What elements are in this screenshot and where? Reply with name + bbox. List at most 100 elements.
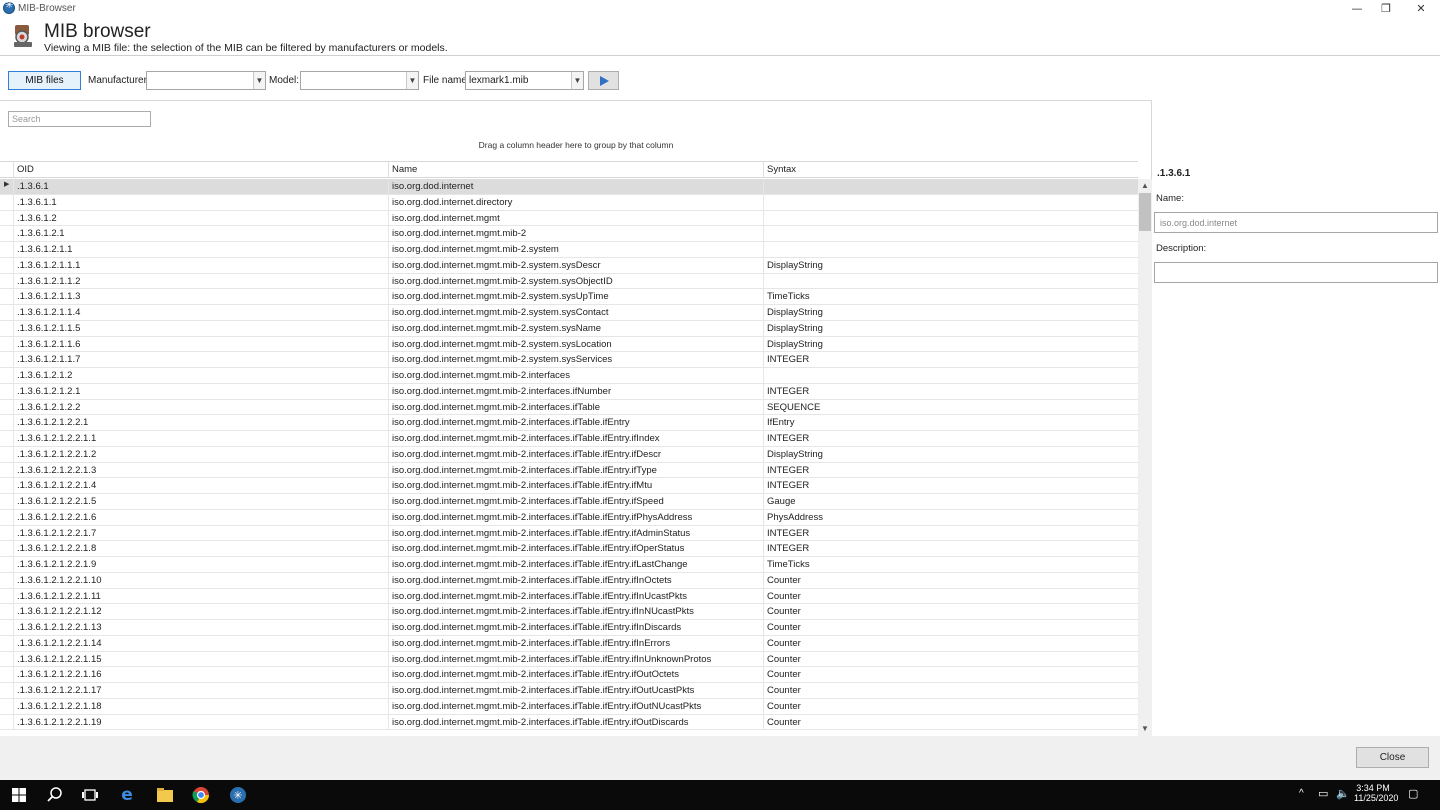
- chevron-down-icon[interactable]: ▼: [406, 72, 418, 89]
- oid-cell[interactable]: .1.3.6.1.2.1.2.2.1.14: [13, 635, 388, 651]
- table-row[interactable]: .1.3.6.1.2.1.2.2.1.9 iso.org.dod.internet…: [0, 557, 1138, 573]
- name-cell[interactable]: iso.org.dod.internet.mgmt.mib-2.interfac…: [388, 604, 763, 620]
- table-row[interactable]: .1.3.6.1.2.1.2.2.1.8 iso.org.dod.internet…: [0, 541, 1138, 557]
- name-cell[interactable]: iso.org.dod.internet.mgmt.mib-2.system.s…: [388, 257, 763, 273]
- oid-cell[interactable]: .1.3.6.1.2.1.2.2.1.13: [13, 620, 388, 635]
- table-row[interactable]: .1.3.6.1.2.1.1.3 iso.org.dod.internet.mgm…: [0, 289, 1138, 305]
- restore-button[interactable]: ❐: [1369, 1, 1403, 17]
- oid-cell[interactable]: .1.3.6.1.2.1.2.2.1.5: [13, 494, 388, 509]
- table-row[interactable]: .1.3.6.1.2.1.2.2.1.5 iso.org.dod.internet…: [0, 494, 1138, 510]
- name-cell[interactable]: iso.org.dod.internet.mgmt.mib-2.interfac…: [388, 368, 763, 383]
- oid-cell[interactable]: .1.3.6.1.2.1.2.2.1.7: [13, 525, 388, 541]
- name-cell[interactable]: iso.org.dod.internet.mgmt.mib-2.system.s…: [388, 305, 763, 320]
- description-field[interactable]: [1154, 262, 1438, 283]
- table-row[interactable]: .1.3.6.1.2.1.2.1 iso.org.dod.internet.mgm…: [0, 383, 1138, 400]
- scroll-thumb[interactable]: [1139, 193, 1151, 231]
- chevron-up-icon[interactable]: ^: [1299, 788, 1304, 799]
- syntax-cell[interactable]: DisplayString: [763, 305, 1138, 320]
- name-cell[interactable]: iso.org.dod.internet.mgmt.mib-2.interfac…: [388, 525, 763, 541]
- oid-cell[interactable]: .1.3.6.1.2.1.2: [13, 368, 388, 383]
- name-cell[interactable]: iso.org.dod.internet.mgmt.mib-2.interfac…: [388, 446, 763, 462]
- name-cell[interactable]: iso.org.dod.internet.mgmt.mib-2.system.s…: [388, 352, 763, 368]
- syntax-cell[interactable]: INTEGER: [763, 525, 1138, 541]
- vertical-scrollbar[interactable]: ▲ ▼: [1138, 179, 1152, 736]
- table-row[interactable]: .1.3.6.1.2.1.2 iso.org.dod.internet.mgmt.…: [0, 368, 1138, 384]
- edge-icon[interactable]: e: [117, 785, 137, 805]
- mib-files-button[interactable]: MIB files: [8, 71, 81, 90]
- task-view-icon[interactable]: [80, 785, 100, 805]
- column-header-syntax[interactable]: Syntax: [763, 162, 1138, 178]
- syntax-cell[interactable]: Counter: [763, 714, 1138, 730]
- table-row[interactable]: .1.3.6.1.2 iso.org.dod.internet.mgmt: [0, 210, 1138, 227]
- table-row[interactable]: .1.3.6.1.2.1.2.2.1.18 iso.org.dod.interne…: [0, 698, 1138, 715]
- manufacturer-select[interactable]: ▼: [146, 71, 266, 90]
- column-header-name[interactable]: Name: [388, 162, 763, 178]
- oid-cell[interactable]: .1.3.6.1.2.1.2.2: [13, 399, 388, 415]
- name-cell[interactable]: iso.org.dod.internet.mgmt.mib-2.interfac…: [388, 651, 763, 667]
- name-cell[interactable]: iso.org.dod.internet.mgmt.mib-2.interfac…: [388, 588, 763, 604]
- syntax-cell[interactable]: INTEGER: [763, 541, 1138, 557]
- name-cell[interactable]: iso.org.dod.internet.mgmt.mib-2.interfac…: [388, 667, 763, 683]
- group-by-panel[interactable]: Drag a column header here to group by th…: [0, 140, 1152, 150]
- name-cell[interactable]: iso.org.dod.internet.mgmt.mib-2.interfac…: [388, 399, 763, 415]
- close-button[interactable]: Close: [1356, 747, 1429, 768]
- name-cell[interactable]: iso.org.dod.internet.mgmt.mib-2.interfac…: [388, 635, 763, 651]
- syntax-cell[interactable]: DisplayString: [763, 257, 1138, 273]
- syntax-cell[interactable]: Counter: [763, 604, 1138, 620]
- syntax-cell[interactable]: [763, 210, 1138, 226]
- table-row[interactable]: .1.3.6.1.2.1.2.2.1 iso.org.dod.internet.m…: [0, 415, 1138, 431]
- chevron-down-icon[interactable]: ▼: [253, 72, 265, 89]
- syntax-cell[interactable]: TimeTicks: [763, 289, 1138, 305]
- oid-cell[interactable]: .1.3.6.1.2.1.1.6: [13, 336, 388, 352]
- oid-cell[interactable]: .1.3.6.1.2.1.2.2.1.19: [13, 714, 388, 730]
- oid-cell[interactable]: .1.3.6.1.2.1.2.2.1.15: [13, 651, 388, 667]
- search-input[interactable]: Search: [8, 111, 151, 127]
- syntax-cell[interactable]: Counter: [763, 588, 1138, 604]
- syntax-cell[interactable]: [763, 273, 1138, 289]
- syntax-cell[interactable]: Counter: [763, 635, 1138, 651]
- table-row[interactable]: .1.3.6.1.2.1.2.2.1.13 iso.org.dod.interne…: [0, 620, 1138, 636]
- scroll-down-icon[interactable]: ▼: [1138, 722, 1152, 736]
- syntax-cell[interactable]: [763, 226, 1138, 242]
- oid-cell[interactable]: .1.3.6.1.2.1.2.2.1.1: [13, 431, 388, 446]
- oid-cell[interactable]: .1.3.6.1.2.1: [13, 226, 388, 242]
- oid-cell[interactable]: .1.3.6.1.2.1.2.1: [13, 383, 388, 399]
- name-cell[interactable]: iso.org.dod.internet.mgmt.mib-2.interfac…: [388, 620, 763, 635]
- syntax-cell[interactable]: INTEGER: [763, 431, 1138, 446]
- model-select[interactable]: ▼: [300, 71, 419, 90]
- name-field[interactable]: iso.org.dod.internet: [1154, 212, 1438, 233]
- oid-cell[interactable]: .1.3.6.1.2.1.2.2.1: [13, 415, 388, 431]
- table-row[interactable]: .1.3.6.1.2.1.2.2.1.16 iso.org.dod.interne…: [0, 667, 1138, 683]
- name-cell[interactable]: iso.org.dod.internet.mgmt.mib-2.system.s…: [388, 320, 763, 336]
- syntax-cell[interactable]: Counter: [763, 651, 1138, 667]
- name-cell[interactable]: iso.org.dod.internet.mgmt: [388, 210, 763, 226]
- windows-start-icon[interactable]: [9, 785, 29, 805]
- syntax-cell[interactable]: DisplayString: [763, 446, 1138, 462]
- syntax-cell[interactable]: INTEGER: [763, 462, 1138, 478]
- clock[interactable]: 3:34 PM 11/25/2020: [1354, 783, 1398, 803]
- name-cell[interactable]: iso.org.dod.internet.mgmt.mib-2.interfac…: [388, 478, 763, 494]
- oid-cell[interactable]: .1.3.6.1.2.1.1.1: [13, 257, 388, 273]
- name-cell[interactable]: iso.org.dod.internet.mgmt.mib-2.interfac…: [388, 557, 763, 572]
- table-row[interactable]: .1.3.6.1.2.1.1 iso.org.dod.internet.mgmt.…: [0, 242, 1138, 258]
- notifications-icon[interactable]: ▢: [1408, 787, 1418, 800]
- oid-cell[interactable]: .1.3.6.1.2.1.2.2.1.2: [13, 446, 388, 462]
- close-window-button[interactable]: ✕: [1404, 1, 1438, 17]
- oid-cell[interactable]: .1.3.6.1.2: [13, 210, 388, 226]
- syntax-cell[interactable]: [763, 194, 1138, 210]
- name-cell[interactable]: iso.org.dod.internet.mgmt.mib-2.interfac…: [388, 431, 763, 446]
- oid-cell[interactable]: .1.3.6.1: [13, 179, 388, 194]
- name-cell[interactable]: iso.org.dod.internet.mgmt.mib-2.system.s…: [388, 289, 763, 305]
- table-row[interactable]: .1.3.6.1.2.1.2.2.1.4 iso.org.dod.internet…: [0, 478, 1138, 494]
- table-row[interactable]: .1.3.6.1.2.1.2.2.1.10 iso.org.dod.interne…: [0, 572, 1138, 589]
- oid-cell[interactable]: .1.3.6.1.2.1.2.2.1.12: [13, 604, 388, 620]
- table-row[interactable]: .1.3.6.1.2.1.1.7 iso.org.dod.internet.mgm…: [0, 352, 1138, 368]
- name-cell[interactable]: iso.org.dod.internet.mgmt.mib-2.interfac…: [388, 415, 763, 431]
- oid-cell[interactable]: .1.3.6.1.2.1.2.2.1.4: [13, 478, 388, 494]
- oid-cell[interactable]: .1.3.6.1.2.1.2.2.1.6: [13, 509, 388, 525]
- table-row[interactable]: .1.3.6.1.2.1.2.2.1.6 iso.org.dod.internet…: [0, 509, 1138, 526]
- table-row[interactable]: .1.3.6.1.2.1.2.2.1.14 iso.org.dod.interne…: [0, 635, 1138, 652]
- column-header-oid[interactable]: OID: [13, 162, 388, 178]
- syntax-cell[interactable]: INTEGER: [763, 352, 1138, 368]
- syntax-cell[interactable]: INTEGER: [763, 478, 1138, 494]
